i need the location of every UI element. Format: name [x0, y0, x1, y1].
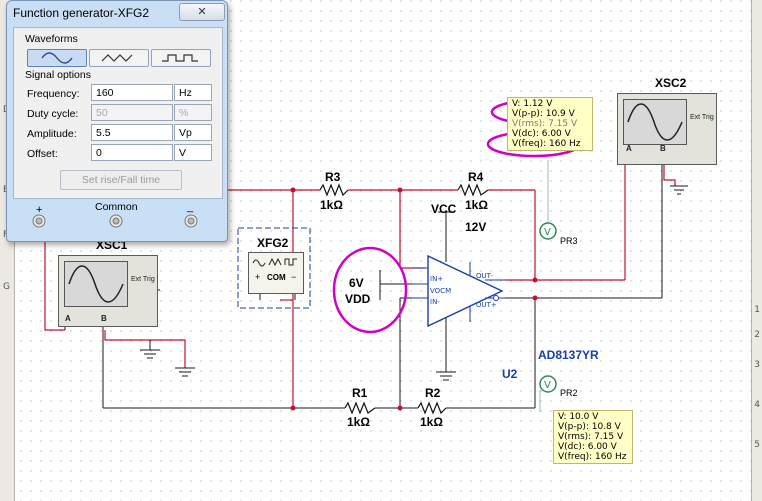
duty-cycle-unit[interactable]: %	[174, 104, 212, 121]
offset-label: Offset:	[27, 148, 58, 160]
offset-unit[interactable]: V	[174, 144, 212, 161]
readout-line: V(rms): 7.15 V	[558, 432, 624, 442]
frequency-input[interactable]: 160	[91, 84, 173, 101]
opamp-pin-inn: IN-	[430, 298, 440, 306]
waveform-icons	[252, 257, 297, 267]
r1-name: R1	[352, 386, 368, 400]
probe-pr2-label: PR2	[560, 388, 578, 398]
sine-wave-icon	[68, 265, 124, 303]
common-terminal-icon[interactable]	[108, 213, 124, 229]
r2-name: R2	[425, 386, 441, 400]
minus-terminal-label: _	[187, 201, 194, 213]
waveforms-label: Waveforms	[25, 33, 78, 45]
duty-cycle-input[interactable]: 50	[91, 104, 173, 121]
readout-line: V: 10.0 V	[558, 412, 599, 422]
duty-cycle-label: Duty cycle:	[27, 108, 79, 120]
close-button[interactable]: ✕	[179, 3, 225, 21]
pin-b-label: B	[660, 144, 666, 153]
function-generator-dialog[interactable]: Function generator-XFG2 ✕ Waveforms Sign…	[6, 0, 228, 242]
svg-text:V: V	[544, 380, 551, 391]
xsc1-oscilloscope[interactable]: Ext Trig A B	[58, 255, 158, 327]
vdd-value: 6V	[349, 276, 364, 290]
vcc-name: VCC	[431, 202, 457, 216]
amplitude-unit[interactable]: Vp	[174, 124, 212, 141]
xfg2-name: XFG2	[257, 236, 289, 250]
probe-pr2-readout: V: 10.0 V V(p-p): 10.8 V V(rms): 7.15 V …	[553, 410, 633, 464]
amplitude-input[interactable]: 5.5	[91, 124, 173, 141]
r1-value: 1kΩ	[347, 415, 370, 429]
r4-name: R4	[468, 170, 484, 184]
opamp-ref-label: U2	[502, 367, 518, 381]
vcc-value: 12V	[465, 220, 487, 234]
signal-options-label: Signal options	[25, 69, 91, 81]
plus-terminal-icon[interactable]	[31, 213, 47, 229]
vdd-name: VDD	[345, 292, 371, 306]
minus-terminal-label: −	[291, 272, 297, 282]
frequency-unit[interactable]: Hz	[174, 84, 212, 101]
frequency-label: Frequency:	[27, 88, 80, 100]
svg-text:V: V	[544, 227, 551, 238]
ext-trig-label: Ext Trig	[131, 276, 155, 283]
r2-value: 1kΩ	[420, 415, 443, 429]
readout-line: V(dc): 6.00 V	[512, 129, 571, 139]
scope-screen	[623, 99, 687, 145]
opamp-pin-inp: IN+	[430, 275, 443, 283]
plus-terminal-label: +	[255, 272, 261, 282]
probe-pr3-readout: V: 1.12 V V(p-p): 10.9 V V(rms): 7.15 V …	[507, 97, 593, 151]
minus-terminal-icon[interactable]	[183, 213, 199, 229]
xsc2-oscilloscope[interactable]: Ext Trig A B	[617, 93, 717, 165]
opamp-part-label: AD8137YR	[538, 348, 599, 362]
scope-screen	[64, 261, 128, 307]
r4-value: 1kΩ	[465, 198, 488, 212]
readout-line: V(p-p): 10.9 V	[512, 109, 575, 119]
pin-b-label: B	[101, 314, 107, 323]
amplitude-label: Amplitude:	[27, 128, 77, 140]
probe-pr3-label: PR3	[560, 236, 578, 246]
ext-trig-label: Ext Trig	[690, 114, 714, 121]
com-label: COM	[267, 273, 286, 282]
triangle-wave-button[interactable]	[89, 49, 149, 67]
readout-line: V(rms): 7.15 V	[512, 119, 578, 129]
readout-line: V(dc): 6.00 V	[558, 442, 617, 452]
xfg2-function-generator[interactable]: COM + −	[248, 252, 304, 294]
pin-a-label: A	[626, 144, 632, 153]
xsc2-name: XSC2	[655, 76, 687, 90]
r3-name: R3	[325, 170, 341, 184]
dialog-title: Function generator-XFG2	[13, 6, 150, 20]
square-wave-button[interactable]	[151, 49, 211, 67]
common-terminal-label: Common	[95, 201, 138, 213]
readout-line: V(freq): 160 Hz	[512, 139, 581, 149]
readout-line: V(p-p): 10.8 V	[558, 422, 621, 432]
sine-wave-icon	[627, 103, 683, 141]
probe-pr2-icon[interactable]: V	[539, 375, 557, 393]
opamp-pin-outm: OUT-	[476, 272, 493, 280]
probe-pr3-icon[interactable]: V	[539, 222, 557, 240]
dialog-titlebar[interactable]: Function generator-XFG2 ✕	[7, 1, 227, 25]
sine-wave-button[interactable]	[27, 49, 87, 67]
opamp-pin-vocm: VOCM	[430, 287, 451, 295]
sine-wave-icon	[41, 52, 73, 64]
opamp-pin-outp: OUT+	[476, 301, 497, 309]
pin-a-label: A	[65, 314, 71, 323]
square-wave-icon	[162, 54, 198, 62]
r3-value: 1kΩ	[320, 198, 343, 212]
readout-line: V(freq): 160 Hz	[558, 452, 627, 462]
set-rise-fall-button[interactable]: Set rise/Fall time	[60, 170, 182, 190]
offset-input[interactable]: 0	[91, 144, 173, 161]
readout-line: V: 1.12 V	[512, 99, 553, 109]
triangle-wave-icon	[101, 54, 133, 62]
